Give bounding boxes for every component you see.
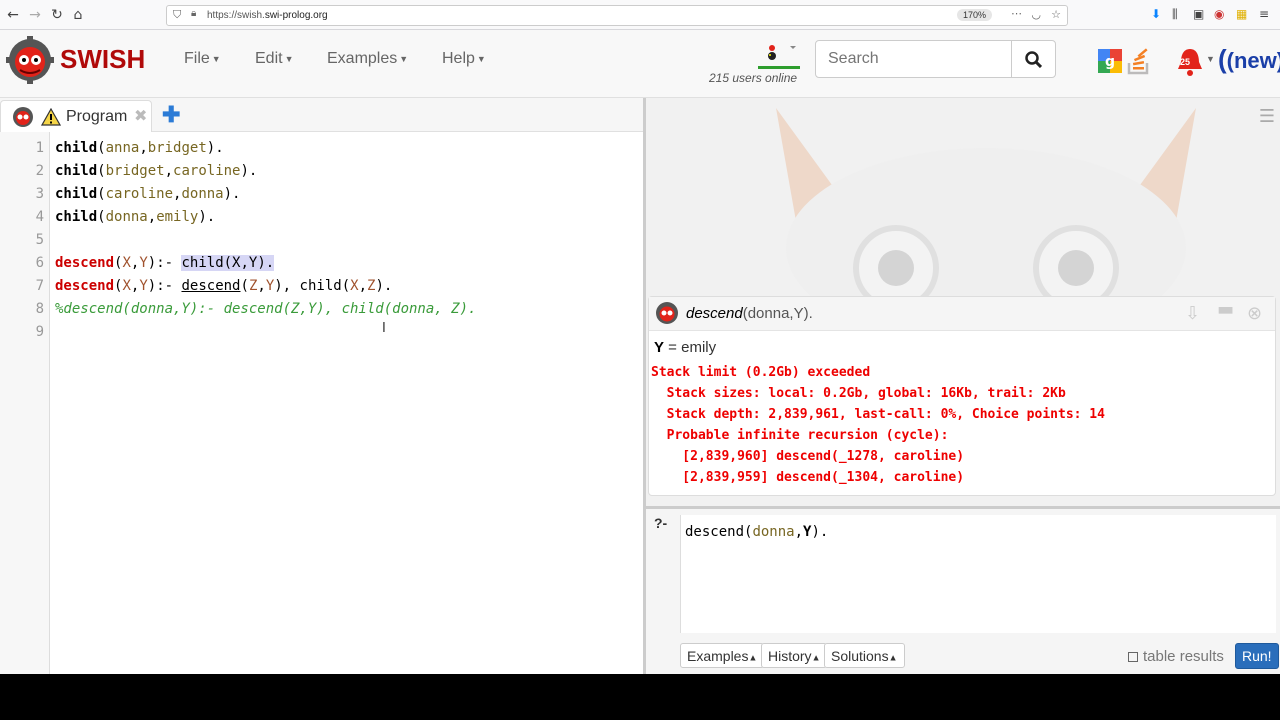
stackoverflow-icon[interactable]	[1126, 47, 1152, 75]
browser-toolbar: ← → ↻ ⌂ ⛉ 🔒︎ https://swish.swi-prolog.or…	[0, 0, 1280, 30]
query-editor[interactable]: descend(donna,Y).	[680, 515, 1276, 633]
svg-text:g: g	[1105, 54, 1115, 70]
close-answer-icon[interactable]: ⊗	[1247, 303, 1262, 324]
search-button[interactable]	[1011, 40, 1056, 78]
program-pane: Program ✖ ✚ 1 2 3 4 5 6 7 8 9 child(anna…	[0, 98, 643, 674]
code-line-4[interactable]: child(donna,emily).	[55, 209, 215, 225]
line-number: 2	[35, 163, 44, 179]
line-number: 9	[35, 324, 44, 340]
answer-binding: Y = emily	[654, 339, 717, 356]
swish-mascot-watermark-icon	[776, 108, 1196, 308]
reload-icon[interactable]: ↻	[48, 6, 66, 24]
url-bar[interactable]: ⛉ 🔒︎ https://swish.swi-prolog.org 170% ⋯…	[166, 5, 1068, 26]
code-line-7[interactable]: descend(X,Y):- descend(Z,Y), child(X,Z).	[55, 278, 392, 294]
menu-icon[interactable]: ≡	[1259, 7, 1269, 21]
menu-edit[interactable]: Edit ▼	[255, 50, 294, 68]
table-results-label: table results	[1143, 648, 1224, 665]
download-answer-icon[interactable]: ⇩	[1185, 303, 1200, 324]
code-line-2[interactable]: child(bridget,caroline).	[55, 163, 257, 179]
query-code[interactable]: descend(donna,Y).	[685, 524, 828, 540]
users-online: 215 users online	[709, 71, 798, 85]
search-icon	[1025, 51, 1042, 68]
zoom-level[interactable]: 170%	[956, 9, 992, 21]
highlighted-goal: child(X,Y).	[181, 255, 275, 271]
bookmark-star-icon[interactable]: ☆	[1051, 8, 1061, 21]
menu-edit-label: Edit	[255, 50, 283, 67]
library-icon[interactable]: ⫼	[1172, 7, 1178, 22]
code-line-1[interactable]: child(anna,bridget).	[55, 140, 224, 156]
table-results-checkbox[interactable]	[1128, 652, 1138, 663]
solutions-button-label: Solutions	[831, 648, 889, 664]
user-avatar-icon[interactable]	[758, 40, 800, 72]
tab-bar: Program ✖ ✚	[0, 98, 643, 132]
line-number: 5	[35, 232, 44, 248]
query-echo: descend(donna,Y).	[686, 305, 813, 322]
google-search-icon[interactable]: g	[1098, 49, 1122, 73]
line-number: 8	[35, 301, 44, 317]
solutions-button[interactable]: Solutions▲	[824, 643, 905, 668]
error-line: Stack sizes: local: 0.2Gb, global: 16Kb,…	[651, 386, 1066, 401]
more-icon[interactable]: ⋯	[1011, 7, 1022, 20]
history-button[interactable]: History▲	[761, 643, 828, 668]
error-line: Stack depth: 2,839,961, last-call: 0%, C…	[651, 407, 1105, 422]
warning-icon	[41, 108, 61, 126]
swish-answer-icon	[656, 302, 678, 324]
line-number-gutter: 1 2 3 4 5 6 7 8 9	[0, 132, 50, 674]
code-line-8-comment[interactable]: %descend(donna,Y):- descend(Z,Y), child(…	[55, 301, 476, 317]
notification-caret-icon[interactable]: ▼	[1206, 54, 1215, 64]
shield-icon: ⛉	[173, 8, 182, 21]
download-icon[interactable]: ⬇	[1151, 7, 1161, 21]
error-line: Stack limit (0.2Gb) exceeded	[651, 365, 871, 380]
menu-examples[interactable]: Examples ▼	[327, 50, 408, 68]
line-number: 6	[35, 255, 44, 271]
forward-icon[interactable]: →	[26, 6, 44, 24]
line-number: 4	[35, 209, 44, 225]
back-icon[interactable]: ←	[4, 6, 22, 24]
answer-panel: descend(donna,Y). ⇩ ▬ ⊗ Y = emily Stack …	[648, 296, 1276, 496]
extension-icon[interactable]: ◉	[1214, 7, 1224, 21]
query-prompt: ?-	[654, 515, 668, 531]
line-number: 7	[35, 278, 44, 294]
notification-count: 25	[1180, 57, 1191, 67]
minimize-icon[interactable]: ▬	[1217, 299, 1234, 320]
home-icon[interactable]: ⌂	[69, 6, 87, 24]
new-badge-text: (new)	[1226, 48, 1280, 73]
app-header: SWISH File ▼ Edit ▼ Examples ▼ Help ▼ 215 us…	[0, 30, 1280, 98]
tab-close-icon[interactable]: ✖	[134, 106, 147, 126]
table-results-toggle[interactable]: table results	[1128, 648, 1224, 665]
extension-2-icon[interactable]: ▦	[1236, 7, 1247, 21]
swish-logo-icon[interactable]	[6, 36, 54, 84]
query-pane: ?- descend(donna,Y). Examples▲ History▲ …	[646, 506, 1280, 674]
code-line-3[interactable]: child(caroline,donna).	[55, 186, 240, 202]
line-number: 3	[35, 186, 44, 202]
menu-file-label: File	[184, 50, 210, 67]
add-tab-icon[interactable]: ✚	[162, 102, 180, 128]
answer-header: descend(donna,Y). ⇩ ▬ ⊗	[649, 297, 1275, 331]
pocket-icon[interactable]: ◡	[1031, 8, 1041, 21]
hamburger-menu-icon[interactable]: ☰	[1259, 106, 1275, 127]
examples-button-label: Examples	[687, 648, 749, 664]
history-button-label: History	[768, 648, 812, 664]
tab-program[interactable]: Program ✖	[0, 100, 152, 132]
swish-tab-icon	[13, 107, 33, 127]
error-line: [2,839,960] descend(_1278, caroline)	[651, 449, 965, 464]
error-line: Probable infinite recursion (cycle):	[651, 428, 949, 443]
new-badge[interactable]: ((new)	[1218, 44, 1280, 75]
text-cursor-icon: I	[382, 321, 386, 336]
menu-examples-label: Examples	[327, 50, 398, 67]
url-text: https://swish.swi-prolog.org	[207, 10, 328, 21]
code-line-6[interactable]: descend(X,Y):- child(X,Y).	[55, 255, 275, 271]
menu-file[interactable]: File ▼	[184, 50, 221, 68]
error-line: [2,839,959] descend(_1304, caroline)	[651, 470, 965, 485]
menu-help[interactable]: Help ▼	[442, 50, 486, 68]
menu-help-label: Help	[442, 50, 475, 67]
line-number: 1	[35, 140, 44, 156]
tab-program-label: Program	[66, 108, 128, 125]
sidebar-icon[interactable]: ▣	[1193, 7, 1204, 21]
lock-icon: 🔒︎	[191, 8, 197, 19]
search-input[interactable]	[815, 40, 1012, 78]
examples-button[interactable]: Examples▲	[680, 643, 765, 668]
run-button[interactable]: Run!	[1235, 643, 1279, 669]
brand-title[interactable]: SWISH	[60, 44, 145, 75]
